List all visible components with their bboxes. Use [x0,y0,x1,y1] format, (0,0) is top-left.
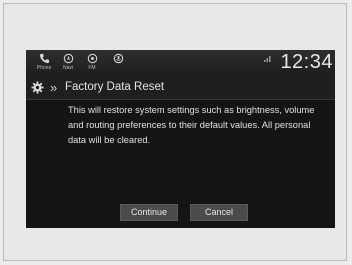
status-item-label: FM [88,65,96,71]
breadcrumb-chevron-icon[interactable]: » [50,80,57,95]
navigation-icon [63,53,73,64]
status-item-phone[interactable]: Phone [33,53,55,77]
signal-icon [264,55,272,64]
status-item-voice[interactable] [107,53,129,77]
continue-button[interactable]: Continue [120,204,178,221]
radio-icon [87,53,97,64]
status-item-label: Navi [62,65,73,71]
reset-message: This will restore system settings such a… [68,105,315,145]
status-item-navi[interactable]: Navi [57,53,79,77]
infotainment-screen: Phone Navi FM 12:34 » Factory Data Reset… [26,50,335,228]
microphone-icon [113,53,123,64]
gear-icon [31,81,44,99]
phone-icon [39,53,49,64]
cancel-button[interactable]: Cancel [190,204,248,221]
clock: 12:34 [280,51,333,73]
page-frame: Phone Navi FM 12:34 » Factory Data Reset… [3,3,347,261]
status-item-label: Phone [36,65,52,71]
status-bar: Phone Navi FM 12:34 [26,50,335,77]
page-title: Factory Data Reset [65,81,165,93]
status-item-fm[interactable]: FM [81,53,103,77]
title-bar: » Factory Data Reset [26,77,335,100]
